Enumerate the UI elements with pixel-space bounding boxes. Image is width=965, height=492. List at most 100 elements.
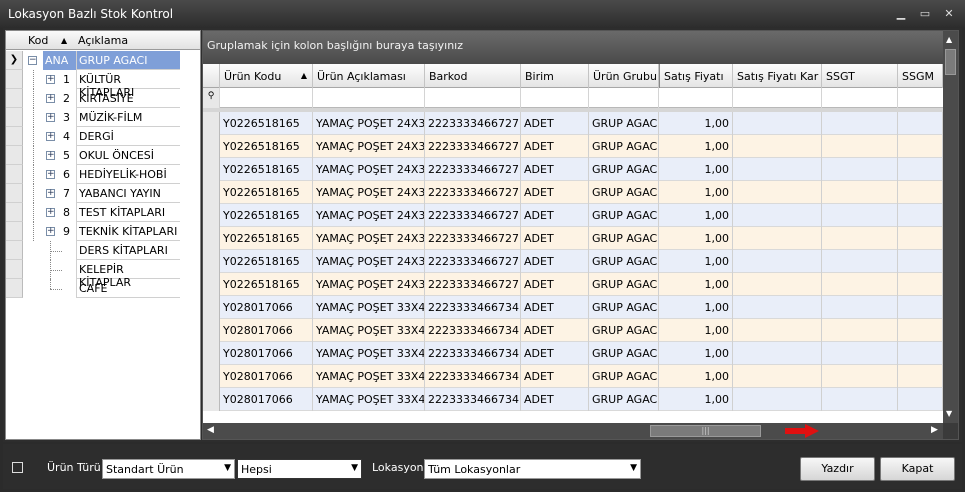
table-cell[interactable]: YAMAÇ POŞET 33X45 [313,365,425,388]
chevron-down-icon[interactable]: ▼ [351,463,358,473]
table-cell[interactable] [822,273,898,296]
table-cell[interactable] [733,204,822,227]
table-cell[interactable] [898,250,943,273]
lokasyon-select[interactable]: Tüm Lokasyonlar ▼ [424,459,641,479]
tree-row[interactable]: +5 OKUL ÖNCESİ [6,146,200,165]
scroll-up-icon[interactable]: ▲ [946,35,952,44]
table-cell[interactable]: YAMAÇ POŞET 24X36 [313,273,425,296]
table-cell[interactable]: YAMAÇ POŞET 24X36 [313,112,425,135]
table-cell[interactable] [733,250,822,273]
table-cell[interactable] [898,204,943,227]
table-cell[interactable]: ADET [521,365,589,388]
table-cell[interactable] [898,227,943,250]
table-cell[interactable] [898,135,943,158]
expand-icon[interactable]: + [46,189,55,198]
expand-icon[interactable]: + [46,113,55,122]
table-cell[interactable] [733,273,822,296]
table-cell[interactable]: 1,00 [659,319,733,342]
tree-row[interactable]: +8 TEST KİTAPLARI [6,203,200,222]
tree-row[interactable]: +3 MÜZİK-FİLM [6,108,200,127]
col-satis-fiyati[interactable]: Satış Fiyatı [659,64,733,88]
table-cell[interactable] [733,296,822,319]
filter-cell[interactable] [589,88,659,108]
table-cell[interactable]: YAMAÇ POŞET 24X36 [313,158,425,181]
table-cell[interactable] [898,181,943,204]
tree-row[interactable]: +9 TEKNİK KİTAPLARI [6,222,200,241]
filter-cell[interactable] [521,88,589,108]
table-cell[interactable]: ADET [521,181,589,204]
table-cell[interactable]: Y0226518165 [220,227,313,250]
table-cell[interactable]: GRUP AGACI [589,204,659,227]
table-cell[interactable]: GRUP AGACI [589,342,659,365]
tree-row[interactable]: +6 HEDİYELİK-HOBİ [6,165,200,184]
filter-row[interactable]: ⚲ [203,88,943,108]
table-row[interactable]: Y0226518165 YAMAÇ POŞET 24X36 222333346672… [203,250,943,273]
table-cell[interactable] [822,296,898,319]
col-ssgt[interactable]: SSGT [822,64,898,88]
table-cell[interactable]: Y0226518165 [220,112,313,135]
table-cell[interactable]: Y0226518165 [220,135,313,158]
table-cell[interactable]: Y028017066 [220,296,313,319]
tree-row[interactable]: DERS KİTAPLARI [6,241,200,260]
table-cell[interactable] [898,112,943,135]
tree-row[interactable]: +7 YABANCI YAYIN [6,184,200,203]
table-cell[interactable]: YAMAÇ POŞET 33X45 [313,319,425,342]
table-cell[interactable]: YAMAÇ POŞET 24X36 [313,227,425,250]
table-cell[interactable]: YAMAÇ POŞET 24X36 [313,250,425,273]
table-cell[interactable]: 2223333466734 [425,296,521,319]
table-cell[interactable] [898,273,943,296]
table-cell[interactable] [822,388,898,411]
table-cell[interactable]: 2223333466734 [425,388,521,411]
scroll-left-icon[interactable]: ◀ [207,425,214,435]
table-cell[interactable]: 1,00 [659,273,733,296]
vertical-scroll-thumb[interactable] [945,49,956,75]
tree-row[interactable]: +2 KIRTASİYE [6,89,200,108]
table-cell[interactable]: YAMAÇ POŞET 33X45 [313,388,425,411]
table-cell[interactable] [822,135,898,158]
table-cell[interactable]: ADET [521,204,589,227]
table-cell[interactable]: Y028017066 [220,388,313,411]
table-cell[interactable]: 2223333466727 [425,135,521,158]
table-cell[interactable]: 2223333466727 [425,204,521,227]
horizontal-scrollbar[interactable]: ◀ ||| ▶ [203,423,943,439]
filter-cell[interactable] [733,88,822,108]
table-cell[interactable] [898,158,943,181]
close-icon[interactable]: ✕ [942,7,956,21]
table-cell[interactable]: 1,00 [659,388,733,411]
stock-grid[interactable]: Gruplamak için kolon başlığını buraya ta… [202,30,959,440]
table-cell[interactable]: GRUP AGACI [589,319,659,342]
table-cell[interactable]: ADET [521,135,589,158]
group-panel[interactable]: Gruplamak için kolon başlığını buraya ta… [203,31,943,64]
table-cell[interactable]: Y028017066 [220,365,313,388]
table-cell[interactable]: 1,00 [659,204,733,227]
table-cell[interactable]: ADET [521,342,589,365]
col-urun-kodu[interactable]: Ürün Kodu ▲ [220,64,313,88]
table-cell[interactable] [898,342,943,365]
expand-icon[interactable]: + [46,151,55,160]
col-ssgm[interactable]: SSGM [898,64,943,88]
table-cell[interactable] [733,227,822,250]
table-cell[interactable]: 1,00 [659,227,733,250]
table-cell[interactable]: ADET [521,227,589,250]
table-cell[interactable]: GRUP AGACI [589,273,659,296]
expand-icon[interactable]: + [46,208,55,217]
tree-row[interactable]: KELEPİR KİTAPLAR [6,260,200,289]
filter-cell[interactable] [822,88,898,108]
table-cell[interactable] [822,158,898,181]
table-row[interactable]: Y028017066 YAMAÇ POŞET 33X45 2223333466734… [203,296,943,319]
col-urun-aciklamasi[interactable]: Ürün Açıklaması [313,64,425,88]
urun-turu-select[interactable]: Standart Ürün ▼ [102,459,235,479]
tree-col-kod[interactable]: Kod [28,34,48,47]
table-cell[interactable] [733,135,822,158]
table-cell[interactable]: 1,00 [659,342,733,365]
kapat-button[interactable]: Kapat [880,457,955,481]
chevron-down-icon[interactable]: ▼ [224,463,231,473]
table-cell[interactable]: YAMAÇ POŞET 24X36 [313,204,425,227]
table-cell[interactable]: GRUP AGACI [589,227,659,250]
table-cell[interactable]: Y0226518165 [220,158,313,181]
tree-row[interactable]: +1 KÜLTÜR KİTAPLARI [6,70,200,99]
table-row[interactable]: Y0226518165 YAMAÇ POŞET 24X36 222333346672… [203,135,943,158]
table-cell[interactable]: GRUP AGACI [589,112,659,135]
table-cell[interactable] [822,250,898,273]
table-row[interactable]: Y0226518165 YAMAÇ POŞET 24X36 222333346672… [203,227,943,250]
